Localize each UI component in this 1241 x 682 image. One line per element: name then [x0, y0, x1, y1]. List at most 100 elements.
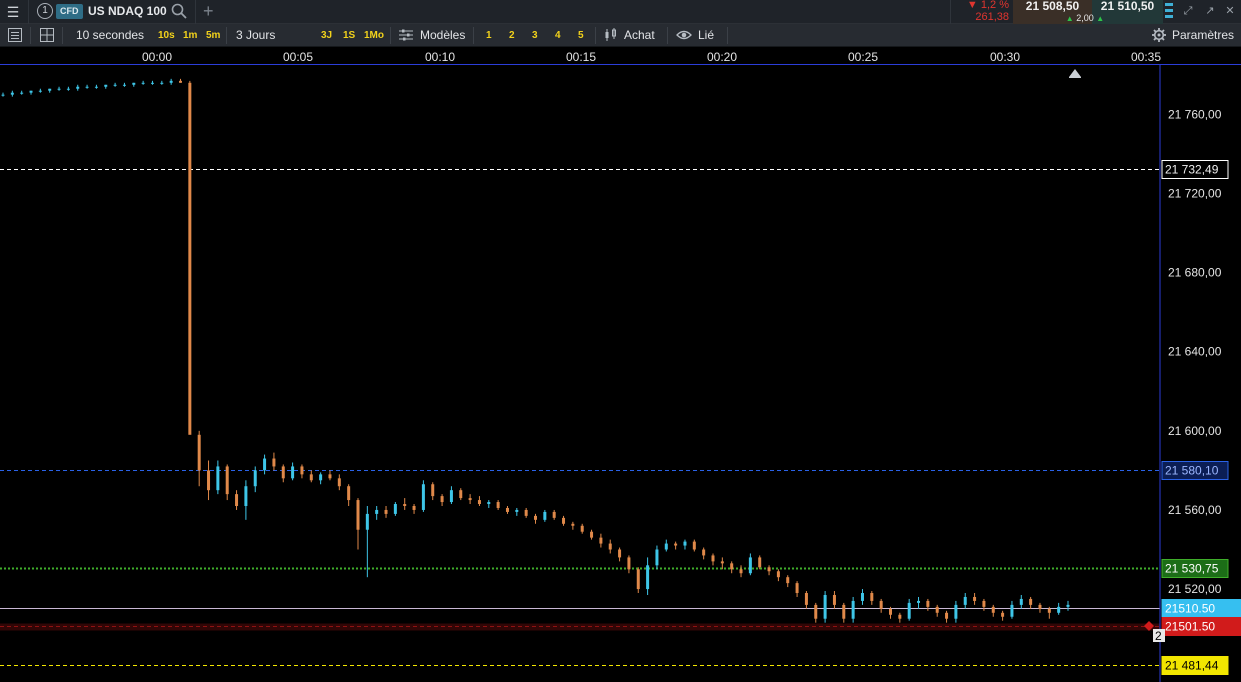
candle-body — [197, 434, 201, 471]
interval-1m[interactable]: 1m — [183, 28, 197, 43]
price-tick-label: 21 640,00 — [1168, 345, 1222, 359]
divider — [28, 0, 29, 24]
candles — [1, 78, 1070, 623]
divider — [226, 27, 227, 44]
candle-body — [300, 466, 304, 475]
candle-body — [449, 490, 453, 503]
candle-body — [720, 561, 724, 564]
candle-body — [141, 82, 145, 84]
candle-body — [1010, 604, 1014, 617]
price-tick-label: 21 680,00 — [1168, 266, 1222, 280]
candle-body — [29, 90, 33, 93]
search-icon[interactable] — [170, 2, 188, 20]
interval-5m[interactable]: 5m — [206, 28, 220, 43]
candle-body — [898, 614, 902, 619]
close-icon[interactable]: ✕ — [1223, 4, 1237, 18]
candle-body — [207, 470, 211, 491]
candle-body — [319, 474, 323, 481]
stop-zone-band — [0, 623, 1160, 631]
candle-body — [38, 90, 42, 92]
template-slot-1[interactable]: 1 — [486, 28, 492, 43]
candle-body — [748, 557, 752, 574]
popout-icon[interactable]: ↗ — [1203, 4, 1217, 18]
link-button[interactable]: Lié — [698, 28, 714, 43]
layout-grid-icon[interactable] — [39, 27, 55, 43]
price-tick-label: 21 560,00 — [1168, 503, 1222, 517]
up-arrow-icon: ▲ — [1065, 14, 1074, 23]
list-icon[interactable] — [7, 27, 23, 43]
chart-toolbar: 10 secondes 10s 1m 5m 3 Jours 3J 1S 1Mo … — [0, 24, 1241, 47]
period-1s[interactable]: 1S — [343, 28, 355, 43]
templates-icon[interactable] — [398, 27, 414, 43]
instrument-name[interactable]: US NDAQ 100 — [88, 3, 167, 19]
time-label: 00:10 — [424, 50, 456, 64]
candle-body — [580, 525, 584, 532]
settings-button[interactable]: Paramètres — [1172, 28, 1234, 43]
candle-body — [767, 567, 771, 572]
change-absolute: 261,38 — [975, 11, 1009, 23]
candle-body — [468, 498, 472, 501]
candle-body — [655, 549, 659, 566]
template-slot-2[interactable]: 2 — [509, 28, 515, 43]
price-chart[interactable]: 21 760,00 21 720,00 21 680,00 21 640,00 21 6… — [0, 65, 1241, 682]
price-level-value: 21 732,49 — [1165, 163, 1219, 177]
template-slot-3[interactable]: 3 — [532, 28, 538, 43]
eye-icon[interactable] — [676, 27, 692, 43]
candle-body — [505, 507, 509, 512]
time-label: 00:15 — [565, 50, 597, 64]
candle-body — [431, 484, 435, 497]
candle-body — [991, 606, 995, 613]
period-3j[interactable]: 3J — [321, 28, 332, 43]
templates-menu[interactable]: Modèles — [420, 28, 465, 43]
price-level-value: 21 580,10 — [1165, 464, 1219, 478]
candle-body — [543, 511, 547, 520]
candle-body — [842, 604, 846, 619]
candle-body — [76, 86, 80, 89]
candle-body — [926, 600, 930, 607]
price-level-value: 21 481,44 — [1165, 659, 1219, 673]
candle-body — [534, 515, 537, 520]
plus-icon[interactable]: + — [203, 0, 214, 22]
change-percent: ▼ 1,2 % — [966, 0, 1009, 11]
time-label: 00:00 — [141, 50, 173, 64]
candles-icon[interactable] — [603, 27, 619, 43]
period-dropdown[interactable]: 3 Jours — [236, 28, 275, 43]
candle-body — [20, 92, 24, 94]
quantity-icon[interactable] — [1163, 0, 1175, 24]
candle-body — [1001, 612, 1005, 617]
candle-body — [179, 80, 182, 83]
candle-body — [375, 509, 379, 514]
candle-body — [440, 496, 444, 503]
gear-icon[interactable] — [1151, 27, 1167, 43]
candle-body — [477, 500, 481, 505]
candle-body — [1047, 608, 1051, 613]
candle-body — [347, 486, 351, 501]
instrument-number: 1 — [37, 3, 53, 19]
interval-dropdown[interactable]: 10 secondes — [76, 28, 144, 43]
period-1mo[interactable]: 1Mo — [364, 28, 384, 43]
candle-body — [945, 612, 949, 619]
candle-body — [907, 602, 911, 619]
scroll-marker-icon[interactable] — [1069, 69, 1081, 78]
candle-body — [244, 486, 248, 506]
order-button[interactable]: Achat — [624, 28, 655, 43]
candle-body — [309, 474, 313, 481]
candle-body — [150, 82, 154, 84]
template-slot-4[interactable]: 4 — [555, 28, 561, 43]
candle-body — [776, 571, 780, 578]
candle-body — [758, 557, 762, 568]
expand-icon[interactable]: ⤢ — [1181, 4, 1195, 18]
divider — [473, 27, 474, 44]
hamburger-icon[interactable]: ☰ — [4, 4, 22, 20]
candle-body — [281, 466, 285, 479]
divider — [30, 27, 31, 44]
candle-body — [160, 82, 164, 84]
candle-body — [608, 543, 612, 550]
candle-body — [823, 594, 827, 619]
candle-body — [524, 509, 528, 516]
interval-10s[interactable]: 10s — [158, 28, 175, 43]
candle-body — [10, 92, 14, 95]
template-slot-5[interactable]: 5 — [578, 28, 584, 43]
candle-body — [618, 549, 622, 558]
candle-body — [860, 593, 864, 601]
